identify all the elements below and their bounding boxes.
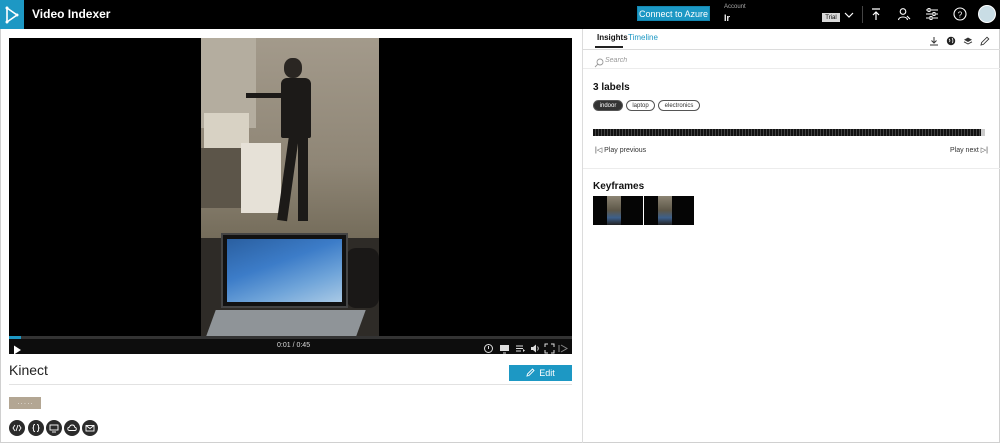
video-indexer-logo-icon[interactable]	[0, 0, 24, 29]
chevron-down-icon[interactable]	[843, 8, 855, 20]
help-icon[interactable]: ?	[952, 6, 968, 22]
search-icon	[594, 55, 604, 68]
divider	[583, 49, 1000, 50]
play-previous-link[interactable]: |◁ Play previous	[595, 146, 646, 154]
tab-insights[interactable]: Insights	[597, 33, 628, 42]
globe-icon[interactable]	[946, 33, 956, 46]
download-icon[interactable]	[929, 33, 939, 46]
skip-back-icon: |◁	[595, 147, 605, 154]
time-display: 0:01 / 0:45	[277, 342, 311, 349]
svg-text:?: ?	[958, 10, 963, 19]
video-frame	[201, 38, 379, 336]
label-chip-laptop[interactable]: laptop	[626, 100, 655, 111]
play-next-link[interactable]: Play next ▷|	[950, 146, 988, 154]
label-chip-electronics[interactable]: electronics	[658, 100, 700, 111]
video-title: Kinect	[9, 362, 48, 378]
upload-icon[interactable]	[868, 6, 884, 22]
keyframe-thumbnail[interactable]	[593, 196, 643, 225]
avatar[interactable]	[978, 5, 996, 23]
keyframes-section-title: Keyframes	[593, 181, 645, 192]
active-tab-indicator	[595, 46, 623, 48]
top-bar: Video Indexer Connect to Azure Account l…	[0, 0, 1000, 29]
divider	[583, 68, 1000, 69]
skip-forward-icon: ▷|	[978, 147, 988, 154]
divider	[583, 168, 1000, 169]
label-timeline-end	[981, 129, 985, 136]
app-title: Video Indexer	[32, 7, 111, 21]
label-chip-indoor[interactable]: indoor	[593, 100, 623, 111]
pencil-icon	[526, 367, 535, 379]
layers-icon[interactable]	[963, 33, 973, 45]
divider	[9, 384, 572, 385]
connect-to-azure-button[interactable]: Connect to Azure	[637, 6, 710, 21]
account-label: Account	[724, 4, 746, 10]
playlist-icon[interactable]	[515, 341, 526, 352]
labels-section-title: 3 labels	[593, 82, 630, 93]
settings-icon[interactable]	[924, 6, 940, 22]
trial-badge: Trial	[822, 13, 840, 22]
toolbar-divider	[862, 6, 863, 23]
player-controls: 0:01 / 0:45	[9, 339, 572, 355]
panel-divider	[582, 29, 583, 443]
fullscreen-icon[interactable]	[544, 341, 555, 354]
pencil-icon[interactable]	[980, 33, 990, 46]
label-timeline-bar[interactable]	[593, 129, 981, 136]
mail-icon[interactable]	[82, 420, 98, 436]
search-input[interactable]	[605, 54, 985, 66]
edit-button[interactable]: Edit	[509, 365, 572, 381]
tab-timeline[interactable]: Timeline	[628, 33, 658, 42]
screen-icon[interactable]	[499, 341, 510, 354]
edit-button-label: Edit	[539, 368, 555, 378]
cloud-icon[interactable]	[64, 420, 80, 436]
cast-icon[interactable]	[558, 341, 569, 353]
video-tag[interactable]: . . . . .	[9, 397, 41, 409]
account-value[interactable]: lr	[724, 13, 730, 23]
embed-icon[interactable]	[9, 420, 25, 436]
video-player[interactable]: 0:01 / 0:45	[9, 38, 572, 355]
person-icon[interactable]	[896, 6, 912, 22]
volume-icon[interactable]	[530, 341, 541, 353]
code-icon[interactable]	[28, 420, 44, 436]
captions-icon[interactable]	[46, 420, 62, 436]
subtitles-icon[interactable]	[483, 341, 494, 353]
keyframe-thumbnail[interactable]	[644, 196, 694, 225]
play-icon[interactable]	[13, 342, 22, 355]
